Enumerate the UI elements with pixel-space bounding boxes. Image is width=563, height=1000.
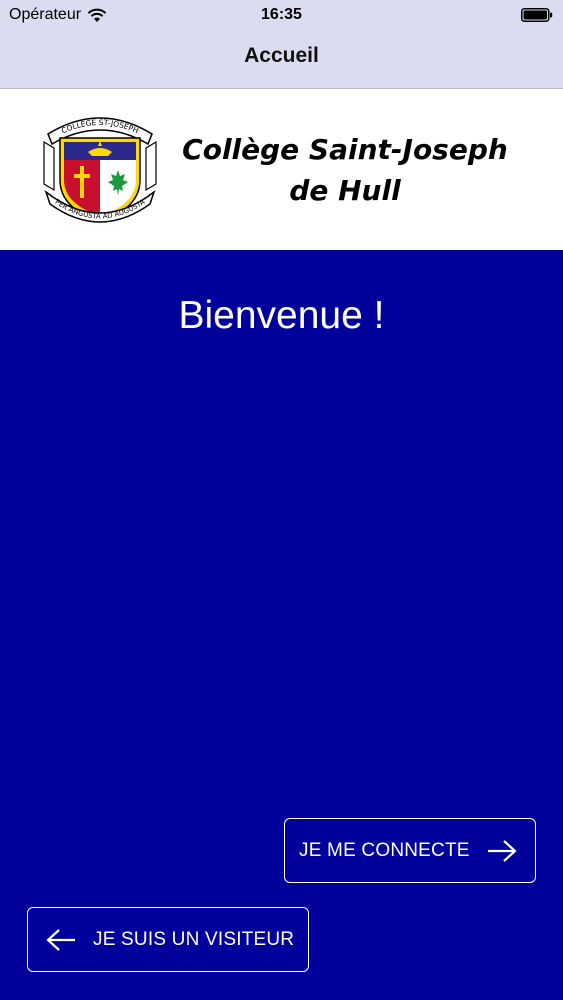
arrow-left-icon (46, 929, 75, 951)
school-name: Collège Saint-Joseph de Hull (175, 129, 515, 211)
welcome-heading: Bienvenue ! (178, 294, 385, 337)
school-header: COLLÈGE ST-JOSEPH PER ANGUSTA AD AUGUSTA… (0, 89, 563, 250)
status-bar: Opérateur 16:35 (0, 0, 563, 30)
school-name-line1: Collège Saint-Joseph (182, 133, 508, 166)
top-bar: Opérateur 16:35 Accueil (0, 0, 563, 89)
nav-title: Accueil (244, 44, 319, 67)
school-crest-logo: COLLÈGE ST-JOSEPH PER ANGUSTA AD AUGUSTA (43, 117, 157, 223)
visitor-button-label: JE SUIS UN VISITEUR (93, 928, 295, 950)
connect-button-label: JE ME CONNECTE (299, 839, 470, 861)
connect-button[interactable]: JE ME CONNECTE (284, 818, 536, 883)
battery-icon (521, 8, 553, 22)
visitor-button[interactable]: JE SUIS UN VISITEUR (27, 907, 309, 972)
arrow-right-icon (488, 840, 517, 862)
status-time: 16:35 (261, 6, 302, 23)
school-name-line2: de Hull (289, 174, 401, 207)
home-screen: Opérateur 16:35 Accueil COLLÈGE ST-JOSEP… (0, 0, 563, 1000)
